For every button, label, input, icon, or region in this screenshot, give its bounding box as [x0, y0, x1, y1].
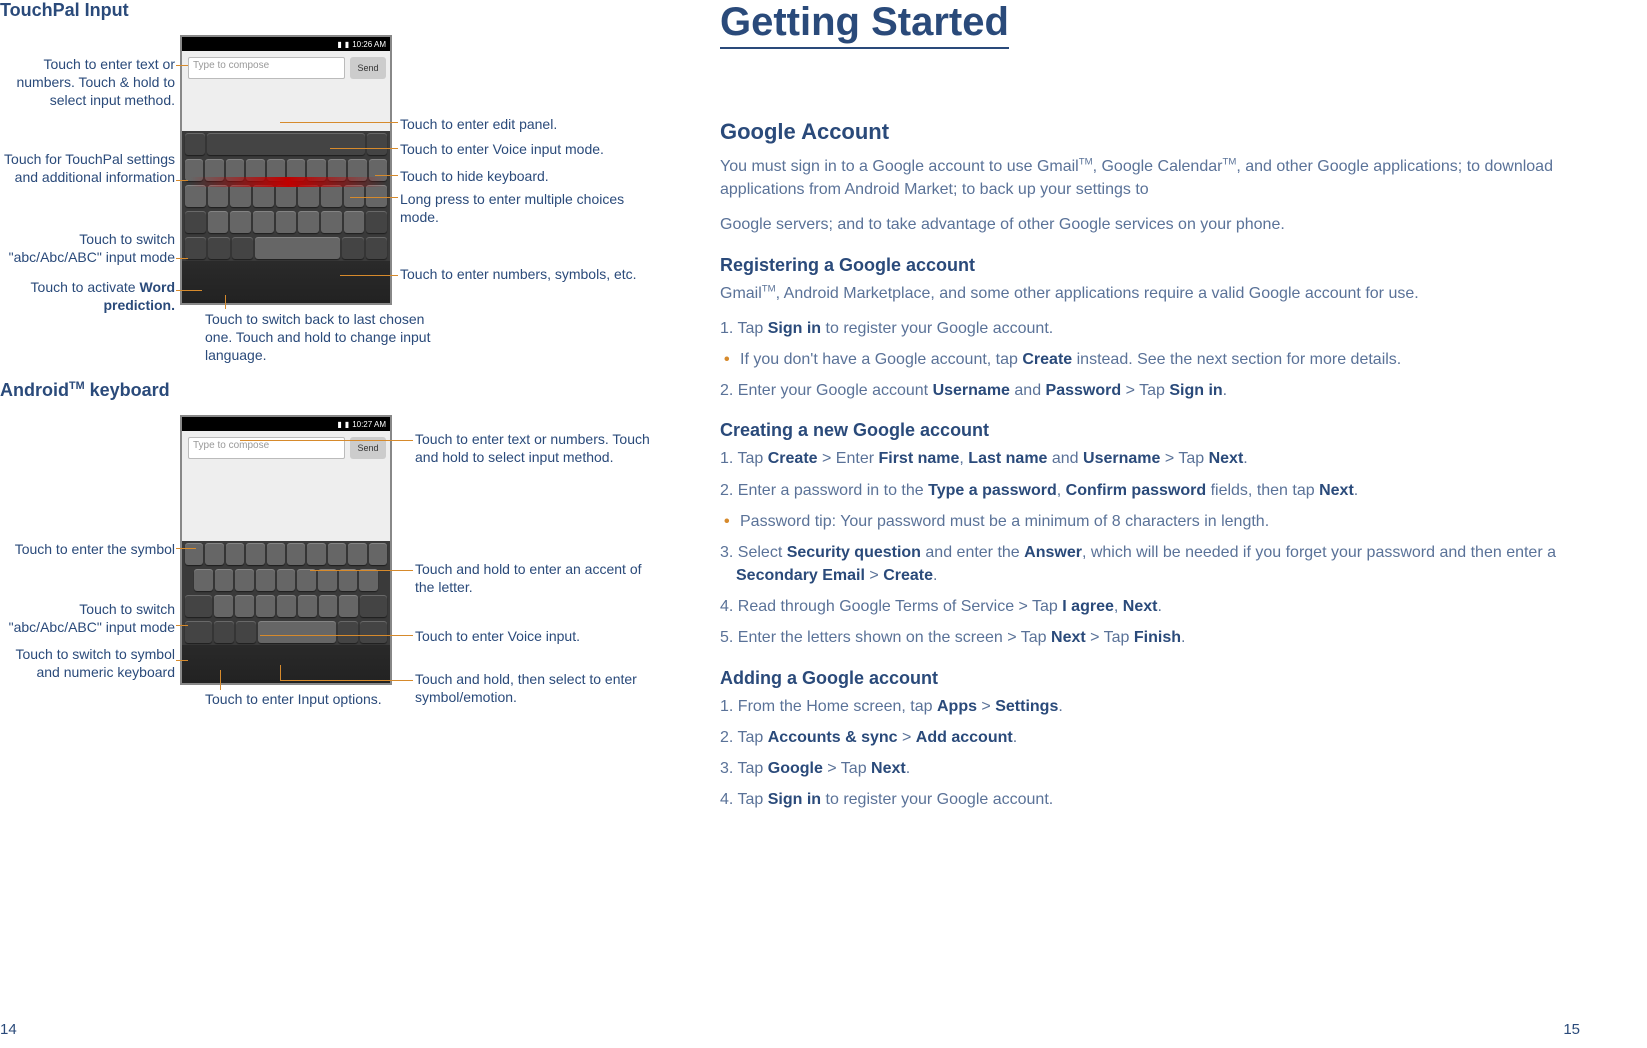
label-edit-panel: Touch to enter edit panel. [400, 115, 557, 133]
google-account-heading: Google Account [720, 119, 1580, 145]
touchpal-screenshot: ▮ ▮ 10:26 AM Type to compose Send [180, 35, 392, 305]
adding-heading: Adding a Google account [720, 668, 1580, 689]
add-step-4: 4. Tap Sign in to register your Google a… [720, 788, 1580, 811]
creating-heading: Creating a new Google account [720, 420, 1580, 441]
label-switch-back-lang: Touch to switch back to last chosen one.… [205, 310, 445, 365]
leader-line [176, 660, 188, 661]
add-step-1: 1. From the Home screen, tap Apps > Sett… [720, 695, 1580, 718]
page-number-right: 15 [1563, 1021, 1580, 1038]
reg-step-2: 2. Enter your Google account Username an… [720, 379, 1580, 402]
status-bar: ▮ ▮ 10:26 AM [182, 37, 390, 51]
add-step-3: 3. Tap Google > Tap Next. [720, 757, 1580, 780]
leader-line [176, 625, 188, 626]
create-step-1: 1. Tap Create > Enter First name, Last n… [720, 447, 1580, 470]
send-button: Send [350, 57, 386, 79]
google-account-para-2: Google servers; and to take advantage of… [720, 213, 1580, 236]
label-enter-text-android: Touch to enter text or numbers. Touch an… [415, 430, 655, 466]
label-voice-input: Touch to enter Voice input mode. [400, 140, 604, 158]
android-keyboard-heading: AndroidTM keyboard [0, 380, 170, 401]
clock-text: 10:26 AM [352, 40, 386, 49]
leader-line [240, 440, 413, 441]
label-touchpal-settings: Touch for TouchPal settings and addition… [0, 150, 175, 186]
create-step-5: 5. Enter the letters shown on the screen… [720, 626, 1580, 649]
label-voice-input-android: Touch to enter Voice input. [415, 627, 580, 645]
add-step-2: 2. Tap Accounts & sync > Add account. [720, 726, 1580, 749]
leader-line [176, 65, 188, 66]
status-bar: ▮ ▮ 10:27 AM [182, 417, 390, 431]
getting-started-title: Getting Started [720, 0, 1009, 49]
label-long-press-multi: Long press to enter multiple choices mod… [400, 190, 640, 226]
message-compose-area: Type to compose Send [182, 51, 390, 131]
leader-line [176, 548, 196, 549]
leader-line [375, 175, 398, 176]
registering-para: GmailTM, Android Marketplace, and some o… [720, 282, 1580, 305]
android-screenshot: ▮ ▮ 10:27 AM Type to compose Send [180, 415, 392, 685]
touchpal-input-heading: TouchPal Input [0, 0, 129, 21]
create-step-3: 3. Select Security question and enter th… [720, 541, 1580, 587]
touchpal-keyboard [182, 131, 390, 261]
label-input-options: Touch to enter Input options. [205, 690, 382, 708]
label-hide-keyboard: Touch to hide keyboard. [400, 167, 549, 185]
label-switch-symbol-numeric: Touch to switch to symbol and numeric ke… [0, 645, 175, 681]
create-step-2: 2. Enter a password in to the Type a pas… [720, 479, 1580, 502]
compose-input: Type to compose [188, 57, 345, 79]
battery-icon: ▮ [345, 40, 349, 49]
signal-icon: ▮ [337, 420, 341, 429]
battery-icon: ▮ [345, 420, 349, 429]
label-enter-symbol: Touch to enter the symbol [0, 540, 175, 558]
reg-bullet-1: If you don't have a Google account, tap … [720, 348, 1580, 371]
leader-line [176, 180, 188, 181]
label-switch-abc: Touch to switch "abc/Abc/ABC" input mode [0, 230, 175, 266]
label-switch-abc-android: Touch to switch "abc/Abc/ABC" input mode [0, 600, 175, 636]
leader-line [330, 148, 398, 149]
clock-text: 10:27 AM [352, 420, 386, 429]
leader-line [340, 275, 398, 276]
signal-icon: ▮ [337, 40, 341, 49]
leader-line [225, 295, 226, 309]
label-symbol-emotion: Touch and hold, then select to enter sym… [415, 670, 655, 706]
leader-line [280, 665, 281, 680]
leader-line [350, 197, 398, 198]
create-step-4: 4. Read through Google Terms of Service … [720, 595, 1580, 618]
message-compose-area: Type to compose Send [182, 431, 390, 541]
google-account-para-1: You must sign in to a Google account to … [720, 155, 1580, 201]
reg-step-1: 1. Tap Sign in to register your Google a… [720, 317, 1580, 340]
leader-line [220, 670, 221, 690]
label-numbers-symbols: Touch to enter numbers, symbols, etc. [400, 265, 637, 283]
leader-line [280, 680, 413, 681]
android-keyboard [182, 541, 390, 645]
leader-line [176, 258, 188, 259]
create-bullet: Password tip: Your password must be a mi… [720, 510, 1580, 533]
leader-line [176, 290, 202, 291]
label-word-prediction: Touch to activate Word prediction. [0, 278, 175, 314]
page-number-left: 14 [0, 1021, 17, 1038]
leader-line [280, 122, 398, 123]
leader-line [260, 635, 413, 636]
label-accent-letter: Touch and hold to enter an accent of the… [415, 560, 655, 596]
leader-line [310, 570, 413, 571]
swipe-arrow [190, 177, 386, 187]
label-enter-text: Touch to enter text or numbers. Touch & … [0, 55, 175, 110]
registering-heading: Registering a Google account [720, 255, 1580, 276]
